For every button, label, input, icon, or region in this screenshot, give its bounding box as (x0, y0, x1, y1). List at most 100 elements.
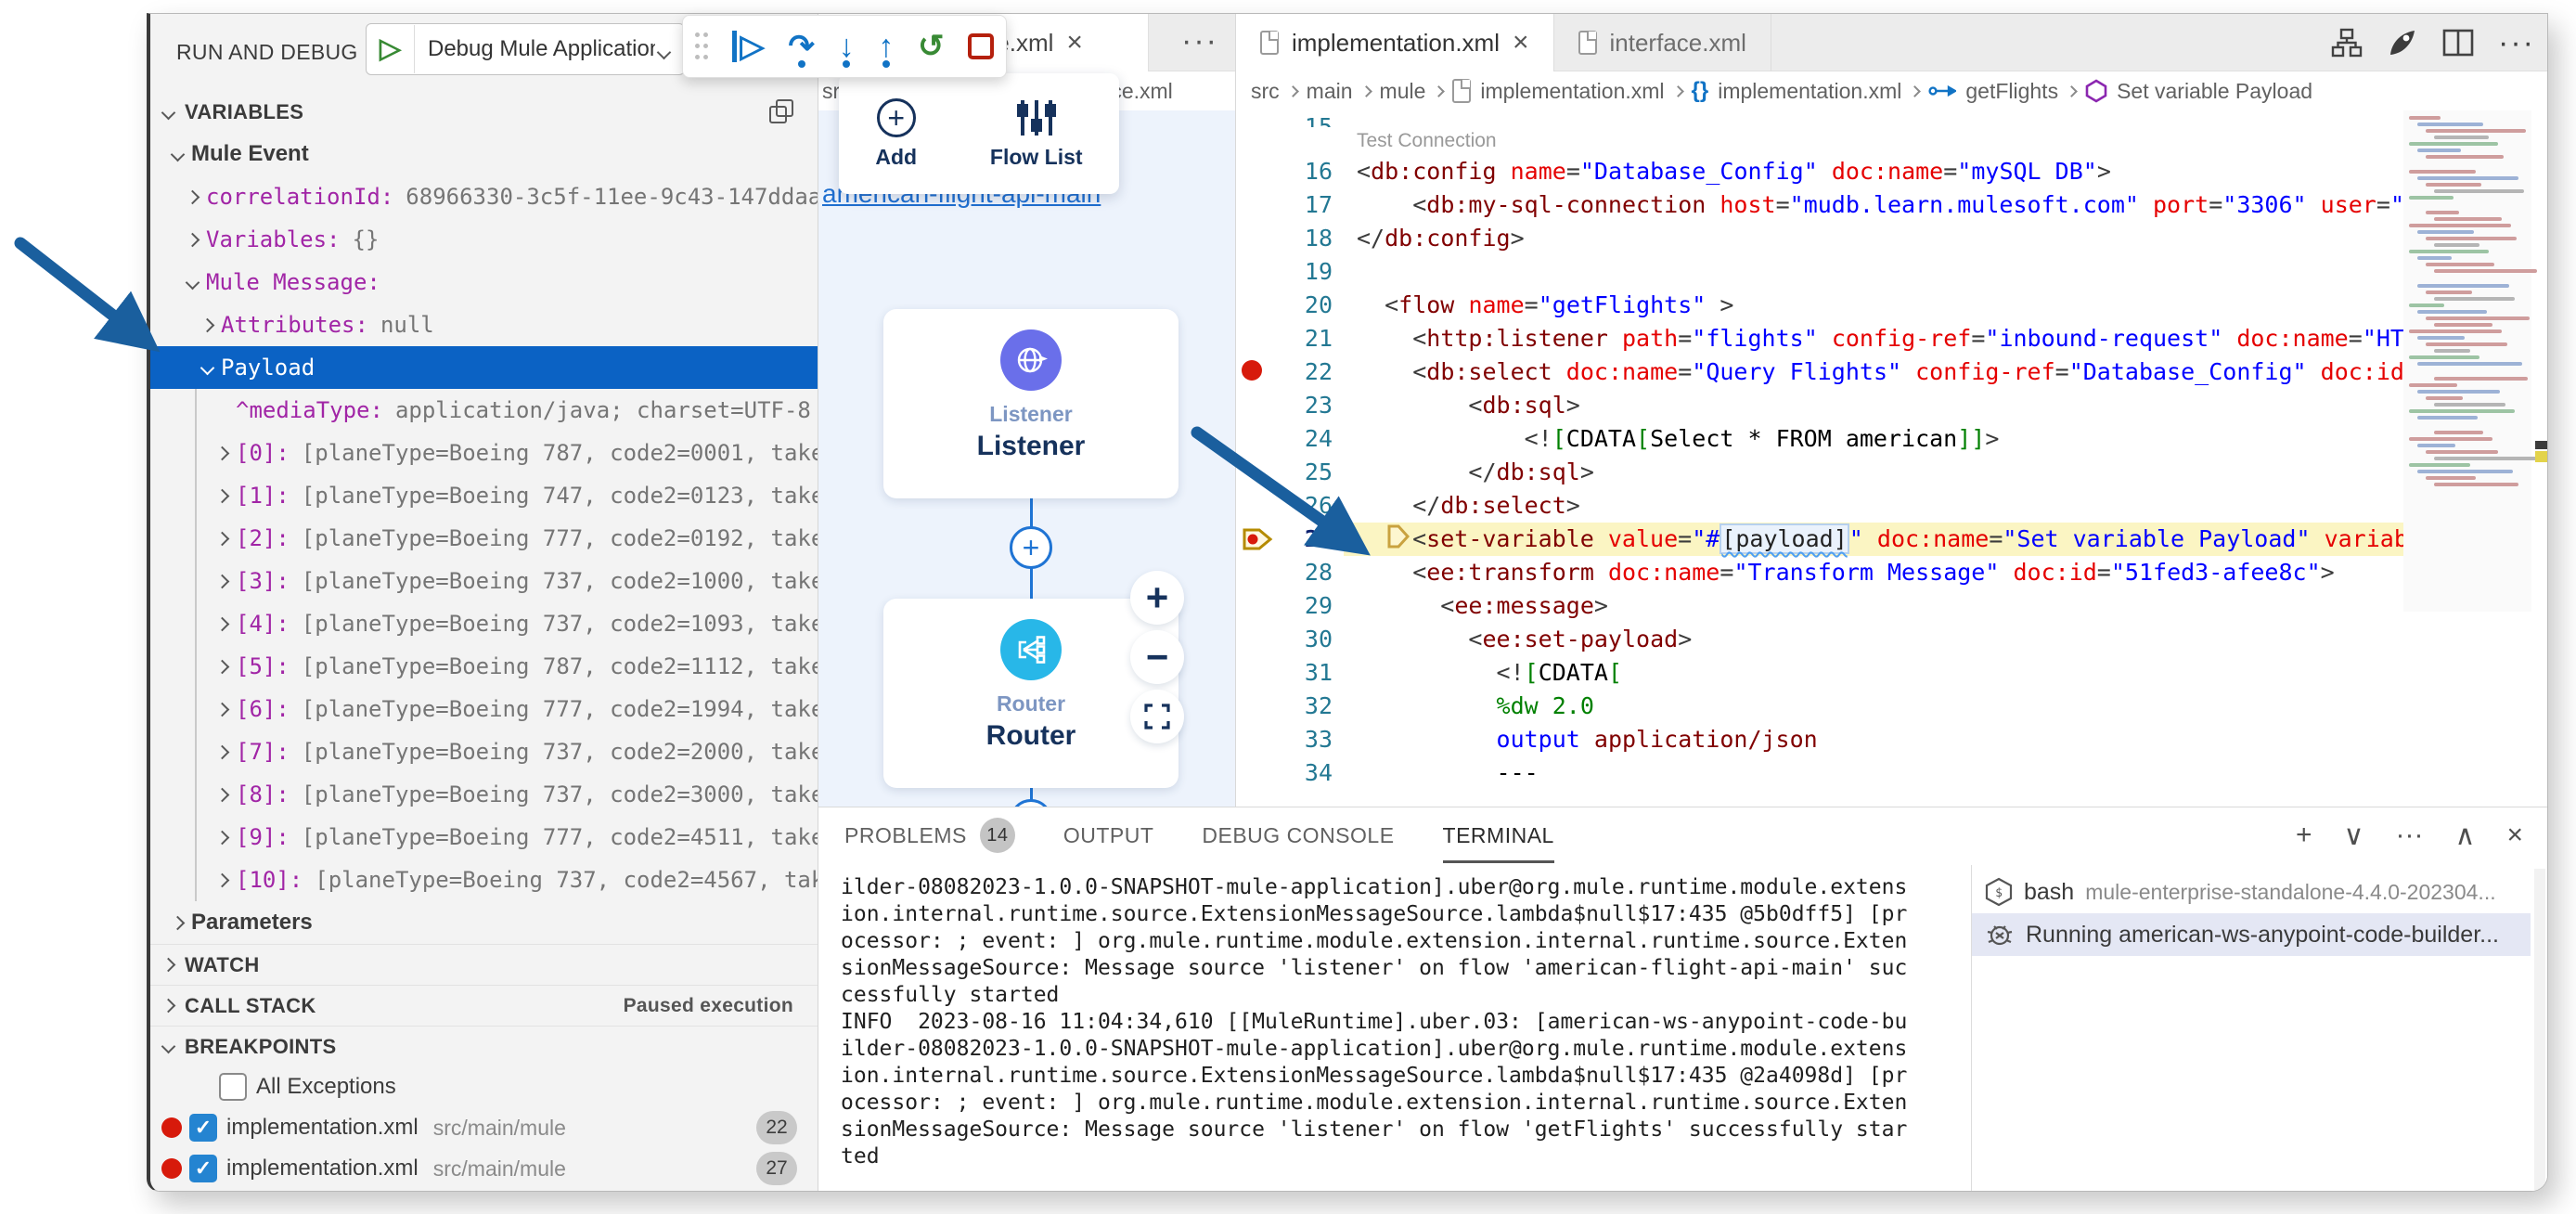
code-line-33[interactable]: 33 output application/json (1236, 723, 2403, 756)
add-component-button[interactable]: + Add (875, 97, 917, 170)
breadcrumb-item[interactable]: src (1251, 79, 1280, 104)
breakpoint-row[interactable]: ✓ implementation.xml src/main/mule 22 (150, 1107, 818, 1148)
zoom-in-button[interactable]: + (1130, 571, 1184, 625)
flow-list-button[interactable]: Flow List (990, 98, 1083, 170)
code-line-25[interactable]: 25 </db:sql> (1236, 456, 2403, 489)
panel-tab-debug-console[interactable]: DEBUG CONSOLE (1202, 807, 1394, 863)
code-line-15[interactable]: 15 (1236, 110, 2403, 127)
variable-row[interactable]: Variables: {} (150, 218, 818, 261)
copy-value-icon[interactable] (769, 99, 793, 123)
insert-component-button[interactable]: + (1010, 799, 1052, 807)
code-line-17[interactable]: 17 <db:my-sql-connection host="mudb.lear… (1236, 188, 2403, 222)
variable-row[interactable]: [3]: [planeType=Boeing 737, code2=1000, t… (150, 560, 818, 602)
stop-icon[interactable] (968, 33, 995, 59)
variable-row[interactable]: Parameters (150, 901, 818, 944)
code-line-19[interactable]: 19 (1236, 255, 2403, 289)
variable-row[interactable]: ^mediaType: application/java; charset=UTF… (150, 389, 818, 432)
tab-interface-xml[interactable]: interface.xml (1554, 14, 1771, 71)
variable-row[interactable]: [6]: [planeType=Boeing 777, code2=1994, t… (150, 688, 818, 730)
router-node[interactable]: Router Router (883, 599, 1179, 788)
variable-row[interactable]: [5]: [planeType=Boeing 787, code2=1112, t… (150, 645, 818, 688)
breakpoint-checkbox[interactable]: ✓ (189, 1155, 217, 1182)
variable-row[interactable]: [8]: [planeType=Boeing 737, code2=3000, t… (150, 773, 818, 816)
panel-tab-terminal[interactable]: TERMINAL (1443, 807, 1554, 863)
minimap[interactable] (2403, 110, 2541, 612)
call-stack-section-header[interactable]: CALL STACK Paused execution (150, 985, 818, 1026)
split-editor-icon[interactable] (2442, 29, 2474, 57)
code-line-28[interactable]: 28 <ee:transform doc:name="Transform Mes… (1236, 556, 2403, 589)
watch-section-header[interactable]: WATCH (150, 944, 818, 985)
code-area[interactable]: 15 Test Connection 16 <db:config name="Data… (1236, 110, 2547, 807)
variable-row[interactable]: [0]: [planeType=Boeing 787, code2=0001, t… (150, 432, 818, 474)
code-line-26[interactable]: 26 </db:select> (1236, 489, 2403, 523)
variable-row[interactable]: [4]: [planeType=Boeing 737, code2=1093, t… (150, 602, 818, 645)
code-line-20[interactable]: 20 <flow name="getFlights" > (1236, 289, 2403, 322)
step-over-icon[interactable]: ↷ (788, 31, 815, 62)
code-line-21[interactable]: 21 <http:listener path="flights" config-… (1236, 322, 2403, 355)
variable-row[interactable]: Attributes: null (150, 304, 818, 346)
breadcrumb-item[interactable]: getFlights (1965, 79, 2058, 104)
terminal-session-row[interactable]: Running american-ws-anypoint-code-builde… (1972, 913, 2531, 956)
more-actions-icon[interactable]: ··· (2498, 25, 2535, 61)
breakpoints-section-header[interactable]: BREAKPOINTS (150, 1026, 818, 1066)
code-line-30[interactable]: 30 <ee:set-payload> (1236, 623, 2403, 656)
variable-row[interactable]: [2]: [planeType=Boeing 777, code2=0192, t… (150, 517, 818, 560)
code-line-27[interactable]: 27 <set-variable value="#[payload]" doc:… (1236, 523, 2403, 556)
step-out-icon[interactable]: ↑ (878, 31, 894, 62)
continue-icon[interactable]: ▷ (731, 31, 765, 62)
breakpoint-row[interactable]: ✓interface.xmlsrc/main/mule124 (150, 1189, 818, 1191)
close-panel-icon[interactable]: × (2506, 820, 2523, 851)
code-line-23[interactable]: 23 <db:sql> (1236, 389, 2403, 422)
variables-section-header[interactable]: VARIABLES (150, 92, 818, 133)
breadcrumb-item[interactable]: main (1307, 79, 1353, 104)
variable-row[interactable]: Payload (150, 346, 818, 389)
breakpoint-checkbox[interactable]: ✓ (189, 1114, 217, 1142)
overview-ruler[interactable] (2533, 110, 2547, 807)
variable-row[interactable]: [1]: [planeType=Boeing 747, code2=0123, t… (150, 474, 818, 517)
paused-breakpoint-gutter[interactable] (1242, 527, 1275, 551)
codelens-test-connection[interactable]: Test Connection (1236, 127, 2403, 155)
more-actions-icon[interactable]: ··· (2396, 820, 2424, 851)
variable-row[interactable]: [10]: [planeType=Boeing 737, code2=4567, … (150, 859, 818, 901)
close-icon[interactable]: × (1066, 27, 1083, 58)
exception-breakpoint-row[interactable]: All Exceptions (150, 1066, 818, 1107)
code-line-29[interactable]: 29 <ee:message> (1236, 589, 2403, 623)
code-line-31[interactable]: 31 <![CDATA[ (1236, 656, 2403, 690)
variable-row[interactable]: [9]: [planeType=Boeing 777, code2=4511, t… (150, 816, 818, 859)
launch-profile-chevron-icon[interactable]: ∨ (2344, 820, 2364, 852)
rocket-icon[interactable] (2387, 27, 2418, 58)
listener-node[interactable]: Listener Listener (883, 309, 1179, 498)
play-icon[interactable]: ▷ (367, 25, 415, 73)
code-line-18[interactable]: 18 </db:config> (1236, 222, 2403, 255)
panel-scrollbar[interactable] (2534, 869, 2545, 1191)
close-icon[interactable]: × (1513, 27, 1529, 58)
breadcrumb-item[interactable]: Set variable Payload (2117, 79, 2312, 104)
tab-implementation-xml[interactable]: implementation.xml × (1236, 14, 1554, 71)
new-terminal-icon[interactable]: + (2296, 820, 2312, 851)
zoom-out-button[interactable]: − (1130, 630, 1184, 684)
code-line-32[interactable]: 32 %dw 2.0 (1236, 690, 2403, 723)
panel-tab-problems[interactable]: PROBLEMS 14 (844, 807, 1015, 863)
sitemap-icon[interactable] (2331, 28, 2363, 58)
variable-row[interactable]: Mule Event (150, 133, 818, 175)
terminal-output[interactable]: ilder-08082023-1.0.0-SNAPSHOT-mule-appli… (841, 874, 1962, 1182)
variable-row[interactable]: Mule Message: (150, 261, 818, 304)
variable-row[interactable]: [7]: [planeType=Boeing 737, code2=2000, t… (150, 730, 818, 773)
breadcrumb-item[interactable]: implementation.xml (1718, 79, 1901, 104)
breakpoint-row[interactable]: ✓ implementation.xml src/main/mule 27 (150, 1148, 818, 1189)
terminal-session-row[interactable]: $ bash mule-enterprise-standalone-4.4.0-20… (1972, 871, 2531, 913)
restart-icon[interactable]: ↺ (918, 31, 945, 62)
code-line-24[interactable]: 24 <![CDATA[Select * FROM american]]> (1236, 422, 2403, 456)
editor-breadcrumb[interactable]: src main mule implementation.xml {} implement… (1236, 71, 2547, 110)
code-line-22[interactable]: 22 <db:select doc:name="Query Flights" c… (1236, 355, 2403, 389)
panel-tab-output[interactable]: OUTPUT (1063, 807, 1154, 863)
code-line-16[interactable]: 16 <db:config name="Database_Config" doc:… (1236, 155, 2403, 188)
code-line-34[interactable]: 34 --- (1236, 756, 2403, 790)
breakpoint-checkbox[interactable] (219, 1073, 247, 1101)
variable-row[interactable]: correlationId: 68966330-3c5f-11ee-9c43-14… (150, 175, 818, 218)
step-into-icon[interactable]: ↓ (839, 31, 855, 62)
launch-config-picker[interactable]: ▷ Debug Mule Application (366, 23, 685, 75)
maximize-panel-icon[interactable]: ∧ (2455, 820, 2476, 852)
more-tabs-icon[interactable]: ··· (1181, 23, 1218, 59)
drag-handle-icon[interactable] (694, 31, 708, 62)
